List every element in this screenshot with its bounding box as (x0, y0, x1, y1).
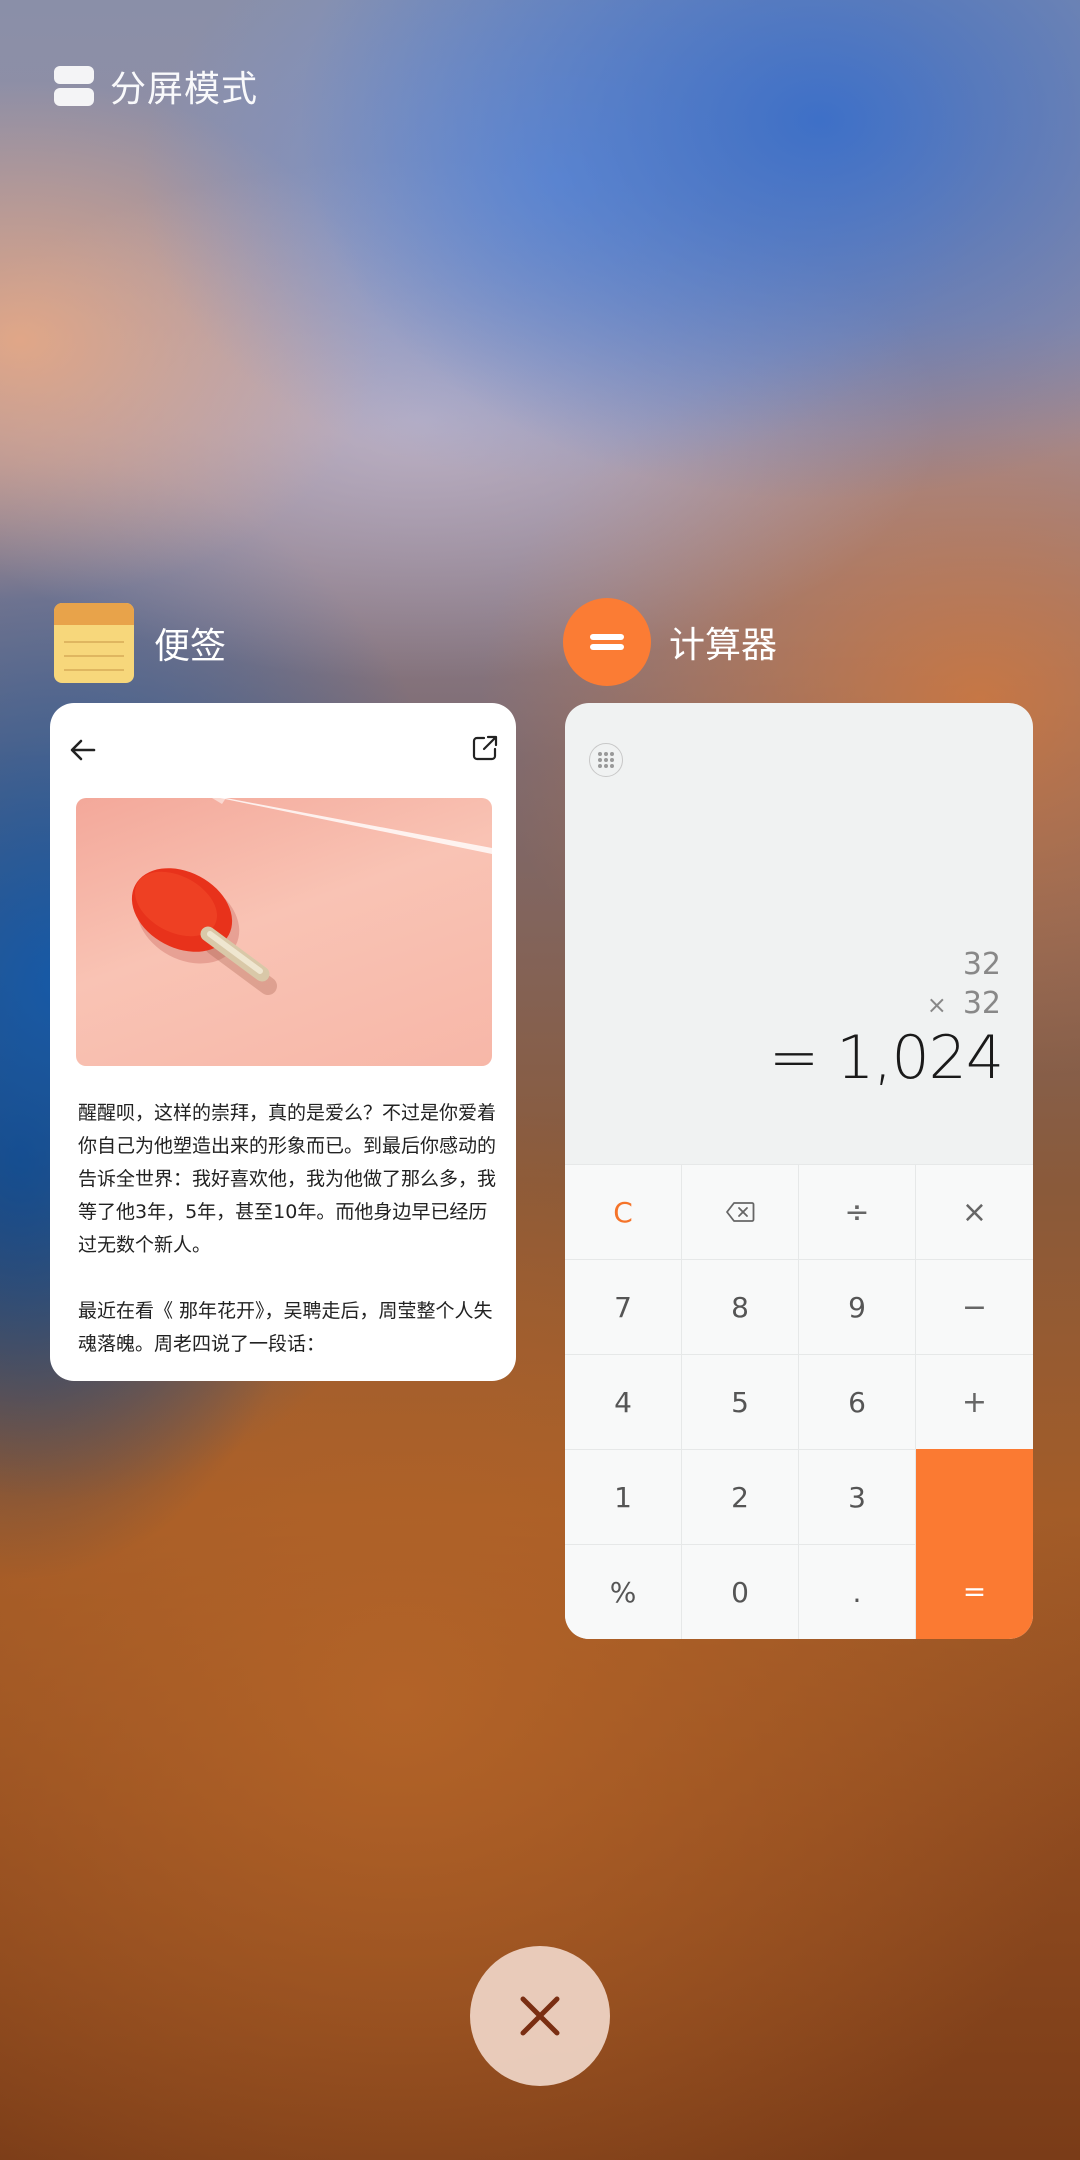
digit-7-key[interactable]: 7 (565, 1259, 682, 1354)
calculator-app-header[interactable]: 计算器 (563, 598, 777, 686)
equals-key[interactable]: = (916, 1544, 1033, 1639)
backspace-key[interactable] (682, 1164, 799, 1259)
note-paragraph-2: 最近在看《 那年花开》，吴聘走后，周莹整个人失魂落魄。周老四说了一段话： (78, 1300, 493, 1355)
digit-0-key[interactable]: 0 (682, 1544, 799, 1639)
notes-app-icon (54, 603, 134, 683)
clear-key[interactable]: C (565, 1164, 682, 1259)
calculator-keypad: C ÷ × 7 8 9 − 4 5 6 + 1 2 3 % 0 . = (565, 1164, 1033, 1639)
note-toolbar (50, 729, 516, 773)
minus-key[interactable]: − (916, 1259, 1033, 1354)
notes-app-label: 便签 (154, 626, 227, 667)
digit-6-key[interactable]: 6 (799, 1354, 916, 1449)
multiply-operator: × (926, 991, 947, 1019)
backspace-icon (726, 1202, 755, 1222)
notes-app-card[interactable]: 醒醒呗，这样的崇拜，真的是爱么？不过是你爱着你自己为他塑造出来的形象而已。到最后… (50, 703, 516, 1381)
share-icon[interactable] (470, 733, 500, 763)
calculator-menu-icon[interactable] (589, 743, 623, 777)
calculation-result: = 1,024 (768, 1023, 1004, 1093)
digit-2-key[interactable]: 2 (682, 1449, 799, 1544)
digit-4-key[interactable]: 4 (565, 1354, 682, 1449)
digit-5-key[interactable]: 5 (682, 1354, 799, 1449)
expression-operand-1: 32 (962, 947, 1001, 982)
equals-key-upper[interactable] (916, 1449, 1033, 1544)
close-icon (520, 1996, 560, 2036)
percent-key[interactable]: % (565, 1544, 682, 1639)
split-screen-mode-header: 分屏模式 (54, 60, 258, 112)
expression-operand-2: × 32 (926, 986, 1001, 1021)
decimal-key[interactable]: . (799, 1544, 916, 1639)
calculator-app-label: 计算器 (669, 625, 778, 666)
note-paragraph-1: 醒醒呗，这样的崇拜，真的是爱么？不过是你爱着你自己为他塑造出来的形象而已。到最后… (78, 1102, 497, 1256)
note-body-text[interactable]: 醒醒呗，这样的崇拜，真的是爱么？不过是你爱着你自己为他塑造出来的形象而已。到最后… (78, 1097, 498, 1361)
calculator-app-icon (563, 598, 651, 686)
back-arrow-icon[interactable] (68, 735, 98, 765)
split-screen-icon (54, 66, 94, 106)
plus-key[interactable]: + (916, 1354, 1033, 1449)
ping-pong-paddle-photo (76, 798, 492, 1066)
split-screen-label: 分屏模式 (110, 69, 259, 110)
calculator-app-card[interactable]: 32 × 32 = 1,024 C ÷ × 7 8 9 − 4 5 6 + 1 2… (565, 703, 1033, 1639)
divide-key[interactable]: ÷ (799, 1164, 916, 1259)
multiply-key[interactable]: × (916, 1164, 1033, 1259)
notes-app-header[interactable]: 便签 (54, 603, 226, 683)
digit-3-key[interactable]: 3 (799, 1449, 916, 1544)
digit-8-key[interactable]: 8 (682, 1259, 799, 1354)
close-button[interactable] (470, 1946, 610, 2086)
digit-1-key[interactable]: 1 (565, 1449, 682, 1544)
digit-9-key[interactable]: 9 (799, 1259, 916, 1354)
